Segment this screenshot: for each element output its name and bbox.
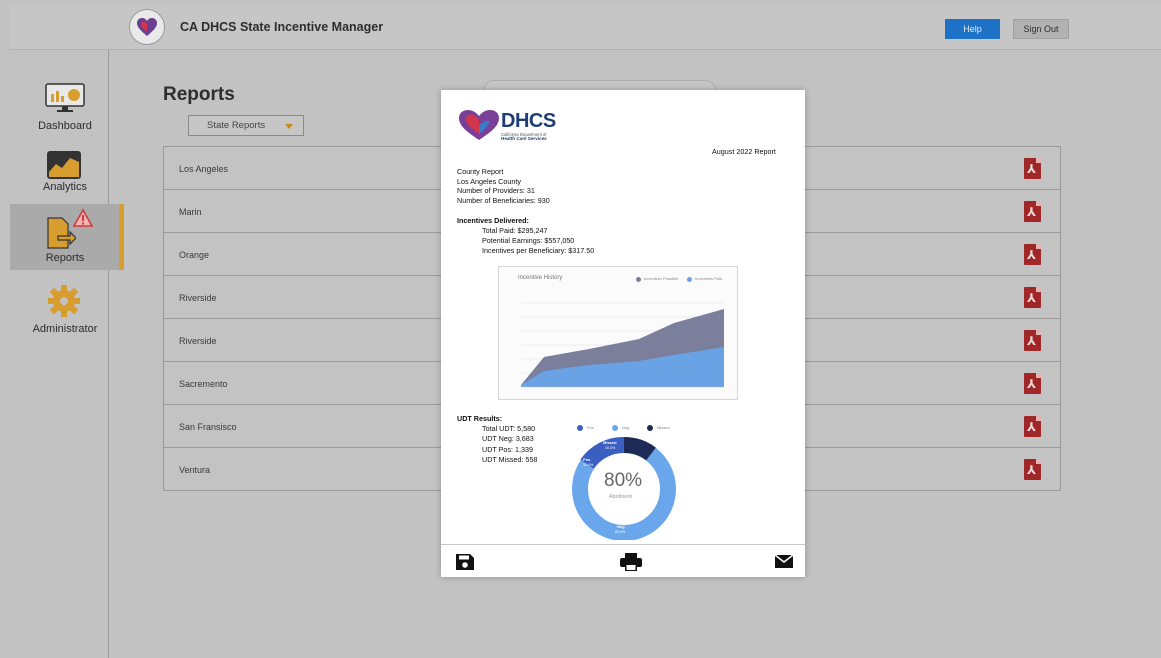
donut-center-label: Abstinent — [609, 494, 632, 500]
county-name: Orange — [179, 250, 210, 260]
pdf-icon[interactable]: ⅄ — [1024, 416, 1041, 437]
report-action-toolbar — [441, 544, 805, 577]
legend-dot — [647, 425, 653, 431]
sidebar — [10, 50, 109, 658]
donut-segment-missed — [623, 437, 656, 461]
report-providers: Number of Providers: 31 — [457, 186, 535, 195]
report-logo-subtitle: Health Care Services — [501, 136, 547, 141]
donut-label-pos: Pos — [583, 457, 591, 462]
report-total-paid: Total Paid: $295,247 — [482, 226, 548, 235]
report-type-dropdown[interactable]: State Reports — [188, 115, 304, 136]
report-udt-missed: UDT Missed: 558 — [482, 455, 538, 464]
report-udt-total: Total UDT: 5,580 — [482, 424, 536, 433]
donut-label-pos-pct: 10.0% — [583, 463, 594, 467]
report-preview-modal: DHCS California Department of Health Car… — [441, 90, 805, 577]
sidebar-item-administrator[interactable]: Administrator — [10, 282, 124, 338]
sidebar-item-label: Reports — [45, 252, 85, 264]
county-name: Riverside — [179, 336, 217, 346]
legend-dot — [577, 425, 583, 431]
donut-label-neg: Neg — [617, 524, 625, 529]
pdf-icon[interactable]: ⅄ — [1024, 201, 1041, 222]
app-title: CA DHCS State Incentive Manager — [180, 20, 384, 34]
sidebar-item-label: Administrator — [32, 323, 98, 335]
report-county: Los Angeles County — [457, 177, 521, 186]
alert-warning-icon — [72, 208, 94, 227]
report-section-title: UDT Results: — [457, 414, 503, 423]
app-header: CA DHCS State Incentive Manager Help Sig… — [10, 6, 1161, 50]
gear-icon — [48, 285, 80, 317]
pdf-icon[interactable]: ⅄ — [1024, 244, 1041, 265]
page-title: Reports — [163, 84, 235, 105]
sidebar-item-reports[interactable]: Reports — [10, 204, 124, 270]
sign-out-button[interactable]: Sign Out — [1013, 19, 1069, 39]
pdf-icon[interactable]: ⅄ — [1024, 158, 1041, 179]
report-logo-text: DHCS — [501, 110, 556, 132]
legend-label: Neg — [622, 425, 630, 430]
donut-center-value: 80% — [604, 470, 643, 491]
report-per-beneficiary: Incentives per Beneficiary: $317.50 — [482, 246, 595, 255]
legend-label: Missed — [657, 425, 670, 430]
pdf-icon[interactable]: ⅄ — [1024, 459, 1041, 480]
report-document: DHCS California Department of Health Car… — [441, 90, 805, 544]
pdf-icon[interactable]: ⅄ — [1024, 330, 1041, 351]
sidebar-item-dashboard[interactable]: Dashboard — [10, 80, 124, 136]
email-button[interactable] — [774, 553, 794, 571]
incentive-history-chart: Incentive History Incentives Possible In… — [498, 266, 738, 400]
chevron-down-icon — [285, 124, 293, 129]
county-name: Ventura — [179, 465, 211, 475]
pdf-icon[interactable]: ⅄ — [1024, 373, 1041, 394]
county-name: Los Angeles — [179, 164, 229, 174]
sidebar-item-label: Dashboard — [38, 120, 92, 132]
sidebar-item-label: Analytics — [42, 181, 88, 193]
donut-label-neg-pct: 80.0% — [615, 530, 626, 534]
help-button[interactable]: Help — [945, 19, 1000, 39]
donut-label-missed-pct: 10.0% — [605, 446, 616, 450]
county-name: San Fransisco — [179, 422, 237, 432]
legend-label: Pos — [587, 425, 594, 430]
legend-dot — [612, 425, 618, 431]
app-logo[interactable] — [129, 9, 165, 45]
county-name: Riverside — [179, 293, 217, 303]
save-icon — [456, 554, 474, 570]
email-icon — [774, 554, 794, 568]
heart-logo-icon — [137, 18, 157, 36]
dropdown-value: State Reports — [207, 120, 266, 131]
county-name: Marin — [179, 207, 202, 217]
report-potential-earnings: Potential Earnings: $557,050 — [482, 236, 575, 245]
sidebar-item-analytics[interactable]: Analytics — [10, 148, 124, 200]
pdf-icon[interactable]: ⅄ — [1024, 287, 1041, 308]
save-button[interactable] — [455, 553, 475, 571]
dashboard-monitor-icon — [45, 83, 85, 112]
area-chart-plot — [521, 302, 724, 388]
report-udt-pos: UDT Pos: 1,339 — [482, 445, 534, 454]
donut-label-missed: Missed — [603, 440, 617, 445]
print-icon — [620, 553, 642, 571]
print-button[interactable] — [619, 553, 643, 571]
report-date: August 2022 Report — [712, 147, 776, 156]
report-section-title: County Report — [457, 167, 504, 176]
county-name: Sacremento — [179, 379, 228, 389]
report-beneficiaries: Number of Beneficiaries: 930 — [457, 196, 550, 205]
dhcs-heart-logo-icon — [459, 110, 499, 140]
report-udt-neg: UDT Neg: 3,683 — [482, 434, 534, 443]
analytics-chart-icon — [47, 151, 81, 179]
report-section-title: Incentives Delivered: — [457, 216, 529, 225]
